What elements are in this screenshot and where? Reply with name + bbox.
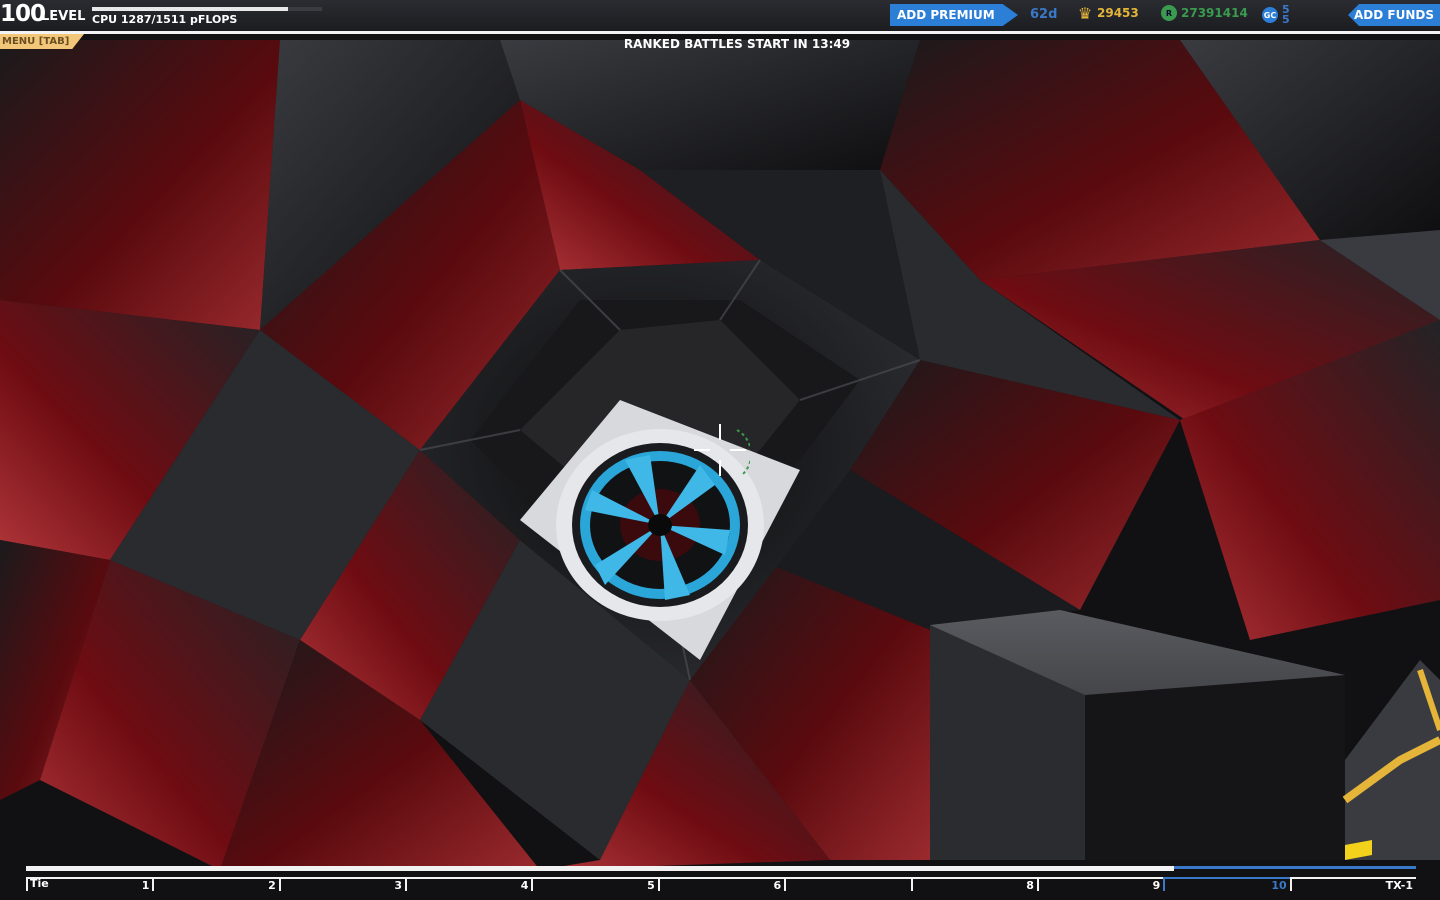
trophy-counter: ♛ 29453 (1077, 3, 1139, 23)
cpu-bar (92, 7, 322, 11)
hotbar-slot-number: TX-1 (1385, 879, 1413, 892)
hotbar-slot-4[interactable]: 4 (405, 877, 532, 892)
hotbar-slot-number: 1 (141, 879, 150, 892)
robits-value: 27391414 (1181, 6, 1248, 20)
hotbar-slot-number: 2 (268, 879, 276, 892)
hotbar-slot-number: 3 (394, 879, 403, 892)
top-hud: 100 LEVEL CPU 1287/1511 pFLOPS ADD PREMI… (0, 0, 1440, 34)
hotbar-slot-1[interactable]: 1 (26, 877, 153, 892)
player-level: 100 (0, 1, 46, 27)
cpu-bar-fill (92, 7, 288, 11)
hotbar-slot-5[interactable]: 5 (531, 877, 658, 892)
robits-icon: R (1161, 5, 1177, 21)
hotbar-slot-9[interactable]: 9 (1036, 877, 1164, 892)
hotbar-slot-10[interactable]: 10 (1163, 877, 1290, 892)
hotbar-slot-8[interactable]: 8 (910, 877, 1037, 892)
galaxy-coin-icon: GC (1262, 7, 1278, 23)
hotbar-slot-number: 4 (520, 879, 529, 892)
hotbar-line (26, 866, 1174, 871)
hotbar-slot-number: 6 (773, 879, 782, 892)
add-funds-button[interactable]: ADD FUNDS (1348, 4, 1440, 26)
galaxy-coin-counter: GC 5 5 (1262, 4, 1290, 26)
weapon-hotbar: Tie 1 2 3 4 5 6 8 9 10 TX-1 (26, 866, 1416, 900)
hotbar-slot-number: 8 (1026, 879, 1034, 892)
hotbar-slot-7[interactable] (784, 877, 911, 891)
robits-counter: R 27391414 (1161, 5, 1248, 21)
hotbar-slot-number: 10 (1271, 879, 1287, 892)
add-premium-button[interactable]: ADD PREMIUM (890, 4, 1018, 26)
level-label: LEVEL (41, 9, 86, 24)
hotbar-line-secondary (1174, 866, 1416, 869)
cpu-text: CPU 1287/1511 pFLOPS (92, 13, 238, 26)
hotbar-slot-11[interactable]: TX-1 (1289, 877, 1416, 892)
hotbar-slot-3[interactable]: 3 (278, 877, 406, 892)
trophy-value: 29453 (1097, 6, 1139, 20)
hotbar-slot-2[interactable]: 2 (152, 877, 279, 892)
premium-days: 62d (1030, 7, 1058, 22)
trophy-icon: ♛ (1077, 3, 1093, 23)
hotbar-slot-6[interactable]: 6 (657, 877, 785, 892)
hotbar-slot-number: 9 (1152, 879, 1161, 892)
ranked-countdown: RANKED BATTLES START IN 13:49 (623, 37, 851, 51)
hotbar-slot-number: 5 (647, 879, 655, 892)
gc-value-2: 5 (1282, 13, 1290, 26)
crosshair-icon (694, 424, 750, 476)
